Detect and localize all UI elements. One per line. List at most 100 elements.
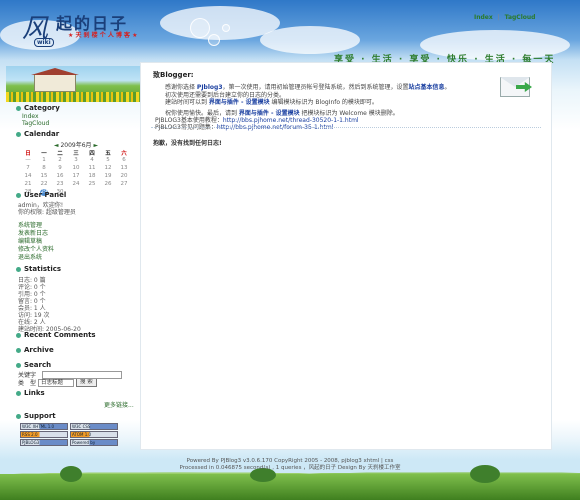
calendar-day[interactable]: 20 <box>116 173 132 181</box>
site-subtitle: ★ 天 刹 楼 个 人 博 客 ★ <box>68 32 138 39</box>
calendar-day[interactable]: 14 <box>20 173 36 181</box>
post-title: 致Blogger: <box>153 71 194 79</box>
calendar-day <box>116 189 132 197</box>
search-keyword-input[interactable] <box>42 371 122 379</box>
calendar-day[interactable]: 9 <box>52 165 68 173</box>
support-badge[interactable]: W3C XHTML 1.0 <box>20 423 68 430</box>
calendar-day[interactable]: 21 <box>20 181 36 189</box>
grass-strip <box>0 465 580 500</box>
user-panel-title: User Panel <box>16 191 66 199</box>
calendar-month-label: 2009年6月 <box>60 142 92 149</box>
calendar: ◄ 2009年6月 ► 日 一 二 三 四 五 六 — 1 2 3 4 5 6 … <box>20 140 132 197</box>
archive-title: Archive <box>16 346 54 354</box>
calendar-next-button[interactable]: ► <box>93 142 98 149</box>
support-title: Support <box>16 412 56 420</box>
calendar-day[interactable]: 25 <box>84 181 100 189</box>
support-badge[interactable]: W3C CSS <box>70 423 118 430</box>
main-content: 致Blogger: 感谢你选择 PJblog3，第一次使用，请用初始管理员帐号登… <box>140 62 552 450</box>
calendar-day[interactable]: 6 <box>116 157 132 165</box>
user-role: 你的权限: 超级管理员 <box>18 209 76 216</box>
calendar-day[interactable]: 22 <box>36 181 52 189</box>
weekday-label: 四 <box>89 151 95 157</box>
calendar-day[interactable]: 1 <box>36 157 52 165</box>
footer-processed: Processed in 0.046875 second(s) , 1 quer… <box>179 465 401 471</box>
calendar-day[interactable]: 26 <box>100 181 116 189</box>
footer: Powered By PJBlog3 v3.0.6.170 CopyRight … <box>0 458 580 472</box>
search-title: Search <box>16 361 51 369</box>
module-settings-link[interactable]: 界面与插件 - 设置模块 <box>209 99 270 106</box>
more-links[interactable]: 更多链接... <box>104 400 134 409</box>
no-posts-message: 抱歉，没有找到任何日志! <box>153 140 222 147</box>
search-type-select[interactable]: 日志标题 <box>38 378 75 387</box>
weekday-label: 日 <box>25 151 31 157</box>
calendar-title: Calendar <box>16 130 59 138</box>
bubble <box>222 24 230 32</box>
calendar-weekdays: 日 一 二 三 四 五 六 <box>20 149 132 157</box>
calendar-week: 14 15 16 17 18 19 20 <box>20 173 132 181</box>
welcome-paragraph-3: 建站时间可以到 界面与插件 - 设置模块 编辑模块标识为 BlogInfo 的模… <box>165 97 378 106</box>
calendar-day[interactable]: 5 <box>100 157 116 165</box>
calendar-day[interactable]: 17 <box>68 173 84 181</box>
bubble <box>208 34 220 46</box>
support-badges: W3C XHTML 1.0 W3C CSS RSS 2.0 ATOM 1.0 P… <box>20 423 118 446</box>
calendar-week: 21 22 23 24 25 26 27 <box>20 181 132 189</box>
calendar-day[interactable]: 4 <box>84 157 100 165</box>
support-badge[interactable]: PJBLOG3 <box>20 439 68 446</box>
calendar-week: — 1 2 3 4 5 6 <box>20 157 132 165</box>
calendar-day[interactable]: 23 <box>52 181 68 189</box>
header-banner: 风 起的日子 ★ 天 刹 楼 个 人 博 客 ★ wiki Index | Ta… <box>0 0 580 68</box>
flowers-picture <box>6 92 140 102</box>
top-nav: Index | TagCloud <box>474 14 535 21</box>
nav-tagcloud-link[interactable]: TagCloud <box>505 14 536 21</box>
calendar-day[interactable]: 19 <box>100 173 116 181</box>
text: 建站时间可以到 <box>165 99 209 106</box>
text: 编辑模块标识为 BlogInfo 的模块即可。 <box>269 99 378 106</box>
weekday-label: 五 <box>105 151 111 157</box>
calendar-day[interactable]: 12 <box>100 165 116 173</box>
site-logo-badge: wiki <box>34 38 54 47</box>
calendar-day[interactable]: 11 <box>84 165 100 173</box>
recent-comments-title: Recent Comments <box>16 331 96 339</box>
calendar-day[interactable]: 13 <box>116 165 132 173</box>
calendar-day <box>100 189 116 197</box>
search-button[interactable]: 搜 索 <box>76 378 97 387</box>
calendar-day[interactable]: 7 <box>20 165 36 173</box>
search-type-label: 类 型 <box>18 380 37 387</box>
bubble <box>190 18 210 38</box>
calendar-day: — <box>25 157 31 163</box>
calendar-day[interactable]: 24 <box>68 181 84 189</box>
text: 。 <box>444 84 451 91</box>
weekday-label: 六 <box>121 151 127 157</box>
site-settings-link[interactable]: 站点基本信息 <box>409 84 445 91</box>
calendar-prev-button[interactable]: ◄ <box>54 142 59 149</box>
calendar-day[interactable]: 27 <box>116 181 132 189</box>
support-badge[interactable]: RSS 2.0 <box>20 431 68 438</box>
mail-icon <box>498 73 536 97</box>
calendar-day[interactable]: 10 <box>68 165 84 173</box>
calendar-day[interactable]: 8 <box>36 165 52 173</box>
calendar-day[interactable]: 16 <box>52 173 68 181</box>
house-picture <box>31 68 79 92</box>
calendar-day[interactable]: 18 <box>84 173 100 181</box>
nav-separator: | <box>497 14 500 21</box>
weekday-label: 一 <box>41 151 47 157</box>
calendar-day[interactable]: 2 <box>52 157 68 165</box>
support-badge[interactable]: ATOM 1.0 <box>70 431 118 438</box>
calendar-day[interactable]: 3 <box>68 157 84 165</box>
calendar-day[interactable]: 15 <box>36 173 52 181</box>
calendar-day <box>68 189 84 197</box>
weekday-label: 三 <box>73 151 79 157</box>
support-badge[interactable]: Powered by <box>70 439 118 446</box>
nav-index-link[interactable]: Index <box>474 14 493 21</box>
footer-powered-by: Powered By PJBlog3 v3.0.6.170 CopyRight … <box>186 458 394 464</box>
weekday-label: 二 <box>57 151 63 157</box>
links-title: Links <box>16 389 45 397</box>
calendar-week: 7 8 9 10 11 12 13 <box>20 165 132 173</box>
calendar-day <box>84 189 100 197</box>
sidebar-photo <box>6 66 140 102</box>
user-link-logout[interactable]: 退出系统 <box>18 252 42 261</box>
category-item-tagcloud[interactable]: TagCloud <box>22 120 49 127</box>
category-title: Category <box>16 104 60 112</box>
search-type-row: 类 型 日志标题 搜 索 <box>18 378 97 387</box>
category-item-index[interactable]: Index <box>22 113 39 120</box>
